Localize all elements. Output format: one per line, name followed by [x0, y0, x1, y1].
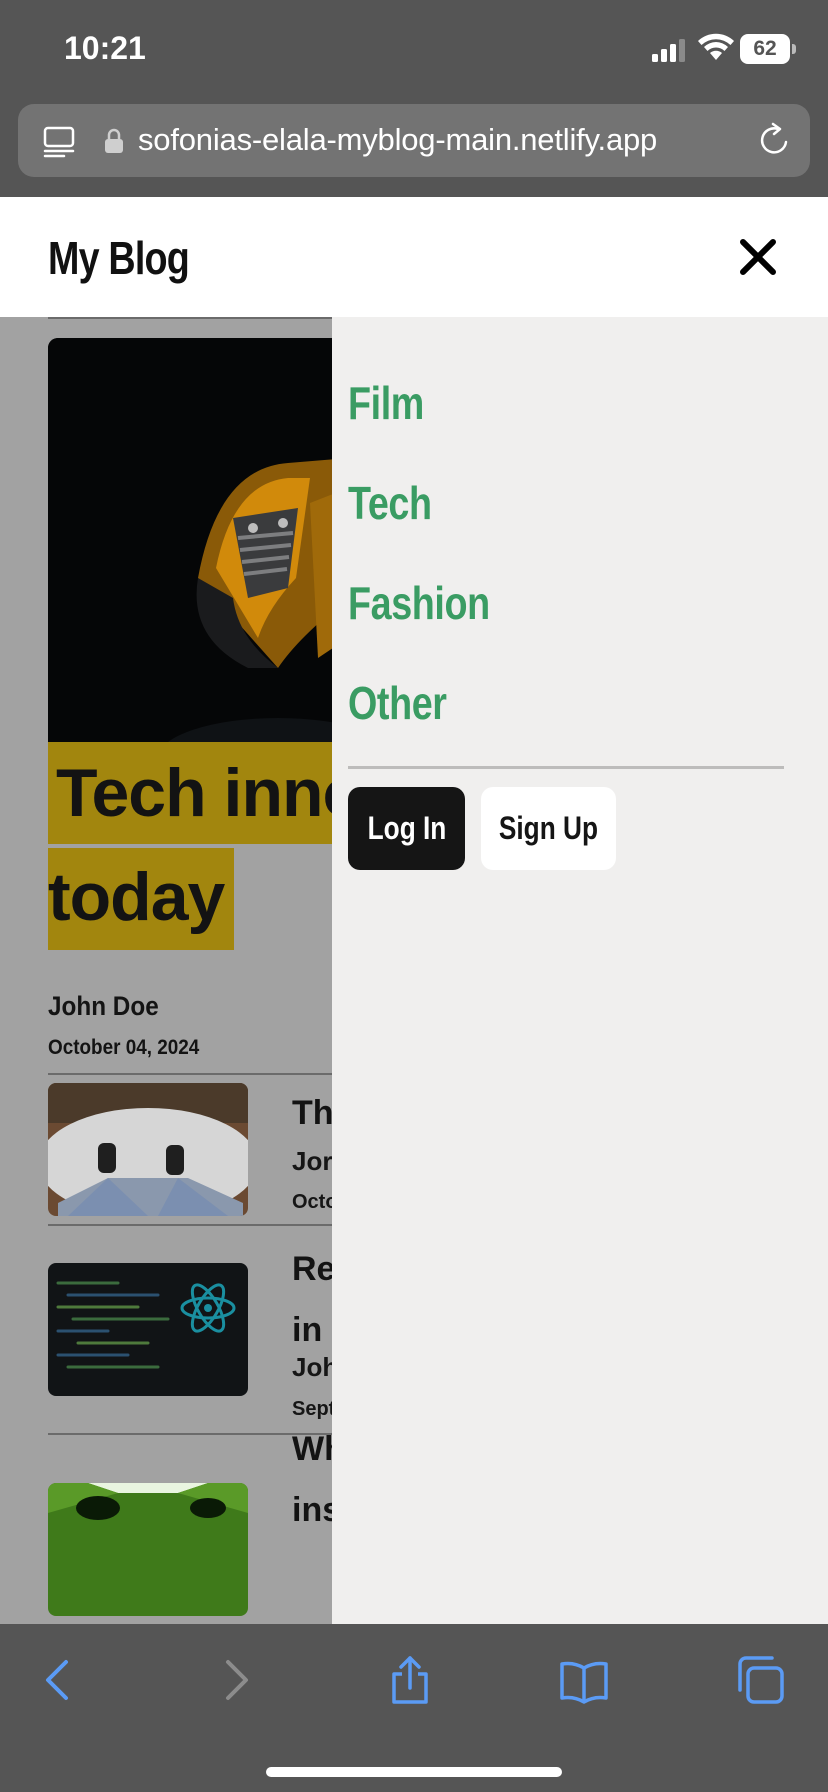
divider: [48, 317, 332, 319]
back-icon[interactable]: [34, 1656, 82, 1704]
browser-toolbar: [0, 1624, 828, 1792]
site-title[interactable]: My Blog: [48, 231, 190, 285]
post-date: Octo: [292, 1191, 332, 1213]
divider: [48, 1224, 332, 1226]
lock-icon: [105, 128, 123, 153]
featured-headline-line-2[interactable]: today: [48, 848, 234, 950]
wifi-icon: [698, 33, 734, 60]
reload-icon[interactable]: [756, 122, 792, 158]
site-header: My Blog: [0, 197, 828, 317]
post-date: Septe: [292, 1398, 332, 1420]
post-title-line-2[interactable]: in: [292, 1311, 322, 1350]
tabs-icon[interactable]: [736, 1656, 784, 1704]
post-title-line-1[interactable]: Re: [292, 1250, 332, 1289]
post-thumbnail[interactable]: [48, 1083, 248, 1216]
home-indicator: [266, 1767, 562, 1777]
status-time: 10:21: [64, 30, 146, 66]
page-content-overlay: Tech inno today John Doe October 04, 202…: [0, 317, 332, 1624]
status-bar: 10:21 62: [0, 0, 828, 100]
featured-headline-line-1[interactable]: Tech inno: [48, 742, 332, 844]
page-menu-icon[interactable]: [42, 125, 78, 159]
menu-item-tech[interactable]: Tech: [348, 476, 432, 530]
login-button[interactable]: Log In: [348, 787, 465, 870]
featured-date: October 04, 2024: [48, 1036, 200, 1059]
cellular-signal-icon: [652, 39, 685, 62]
browser-address-area: sofonias-elala-myblog-main.netlify.app: [0, 100, 828, 197]
featured-author: John Doe: [48, 991, 159, 1021]
post-title-line-2[interactable]: ins: [292, 1491, 332, 1530]
signup-label: Sign Up: [498, 810, 599, 846]
post-author: Jord: [292, 1146, 332, 1176]
post-thumbnail[interactable]: [48, 1263, 248, 1396]
share-icon[interactable]: [386, 1656, 434, 1704]
menu-item-fashion[interactable]: Fashion: [348, 576, 490, 630]
divider: [48, 1073, 332, 1075]
battery-level: 62: [740, 34, 790, 64]
menu-divider: [348, 766, 784, 769]
address-bar[interactable]: sofonias-elala-myblog-main.netlify.app: [18, 104, 810, 177]
post-title[interactable]: The: [292, 1094, 332, 1133]
battery-icon: 62: [740, 34, 796, 64]
login-label: Log In: [367, 810, 446, 846]
post-author: Joh: [292, 1352, 332, 1382]
menu-item-film[interactable]: Film: [348, 376, 424, 430]
post-title-line-1[interactable]: Wh: [292, 1430, 332, 1469]
menu-item-other[interactable]: Other: [348, 676, 447, 730]
close-icon[interactable]: [738, 237, 778, 277]
bookmarks-icon[interactable]: [560, 1656, 608, 1704]
forward-icon[interactable]: [212, 1656, 260, 1704]
divider: [48, 1433, 332, 1435]
signup-button[interactable]: Sign Up: [481, 787, 616, 870]
post-thumbnail[interactable]: [48, 1483, 248, 1616]
url-text[interactable]: sofonias-elala-myblog-main.netlify.app: [138, 122, 657, 158]
side-menu: Film Tech Fashion Other Log In Sign Up: [332, 317, 828, 1624]
